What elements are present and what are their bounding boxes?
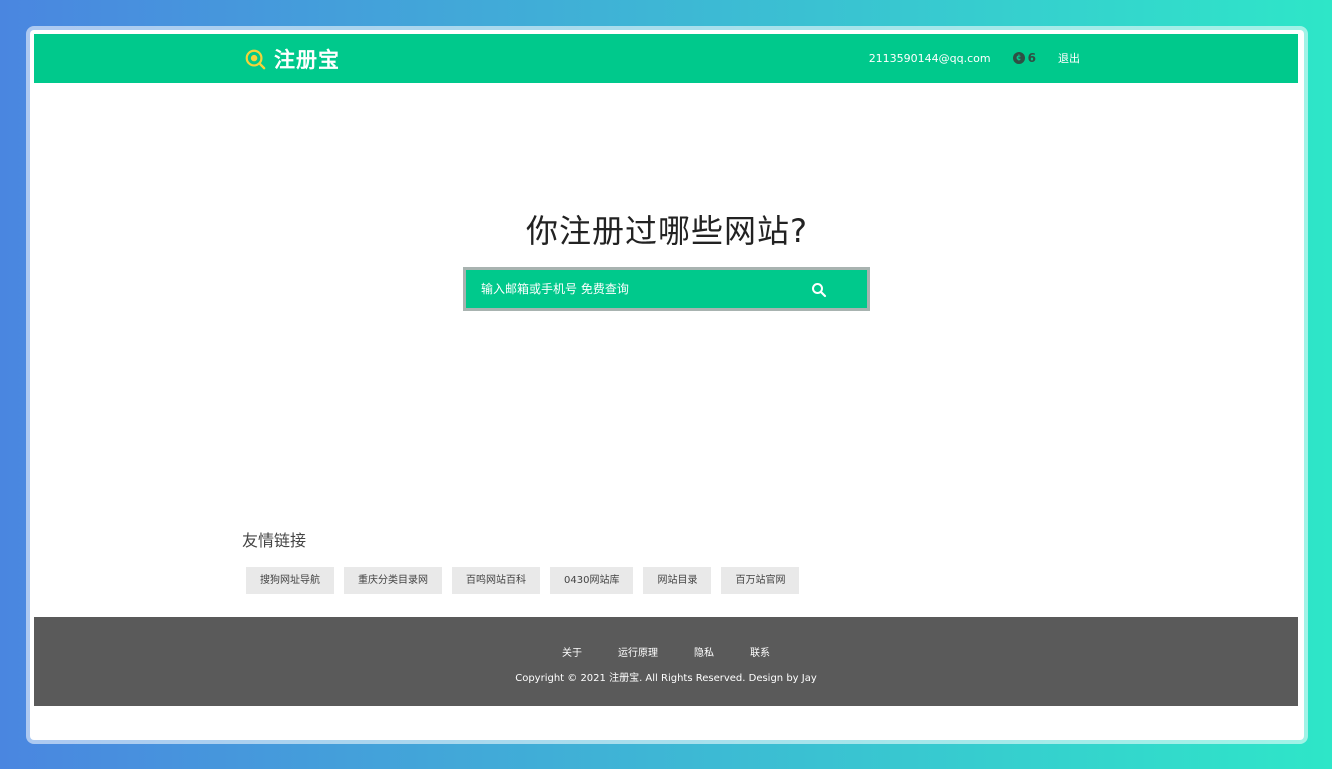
footer: 关于 运行原理 隐私 联系 Copyright © 2021 注册宝. All … — [34, 617, 1298, 706]
footer-link-about[interactable]: 关于 — [562, 644, 582, 659]
hero-title: 你注册过哪些网站? — [526, 212, 808, 250]
footer-link-privacy[interactable]: 隐私 — [694, 644, 714, 659]
friend-link[interactable]: 重庆分类目录网 — [344, 567, 442, 594]
logout-link[interactable]: 退出 — [1058, 50, 1080, 66]
friend-link[interactable]: 网站目录 — [643, 567, 712, 594]
browser-window: 注册宝 2113590144@qq.com ¢ 6 退出 你注册过哪些网站? 友… — [30, 30, 1304, 740]
brand-logo-icon — [245, 49, 266, 70]
friend-link[interactable]: 百万站官网 — [721, 567, 800, 594]
credit-count: 6 — [1027, 51, 1036, 65]
search-icon[interactable] — [811, 282, 827, 298]
top-header: 注册宝 2113590144@qq.com ¢ 6 退出 — [34, 34, 1298, 83]
user-email[interactable]: 2113590144@qq.com — [869, 52, 991, 65]
friend-link[interactable]: 百鸣网站百科 — [452, 567, 540, 594]
friend-links-title: 友情链接 — [242, 531, 307, 550]
brand-name: 注册宝 — [274, 48, 340, 72]
friend-links-list: 搜狗网址导航 重庆分类目录网 百鸣网站百科 0430网站库 网站目录 百万站官网 — [246, 567, 800, 594]
footer-link-contact[interactable]: 联系 — [750, 644, 770, 659]
footer-link-how-it-works[interactable]: 运行原理 — [618, 644, 658, 659]
footer-nav: 关于 运行原理 隐私 联系 — [34, 644, 1298, 659]
user-area: 2113590144@qq.com ¢ 6 退出 — [869, 50, 1080, 66]
friend-link[interactable]: 搜狗网址导航 — [246, 567, 334, 594]
coin-icon: ¢ — [1012, 52, 1025, 64]
search-input[interactable] — [481, 282, 801, 296]
credits-badge: ¢ 6 — [1012, 51, 1036, 65]
friend-link[interactable]: 0430网站库 — [550, 567, 634, 594]
copyright-text: Copyright © 2021 注册宝. All Rights Reserve… — [515, 673, 817, 684]
brand[interactable]: 注册宝 — [244, 45, 340, 73]
search-box — [463, 267, 870, 311]
